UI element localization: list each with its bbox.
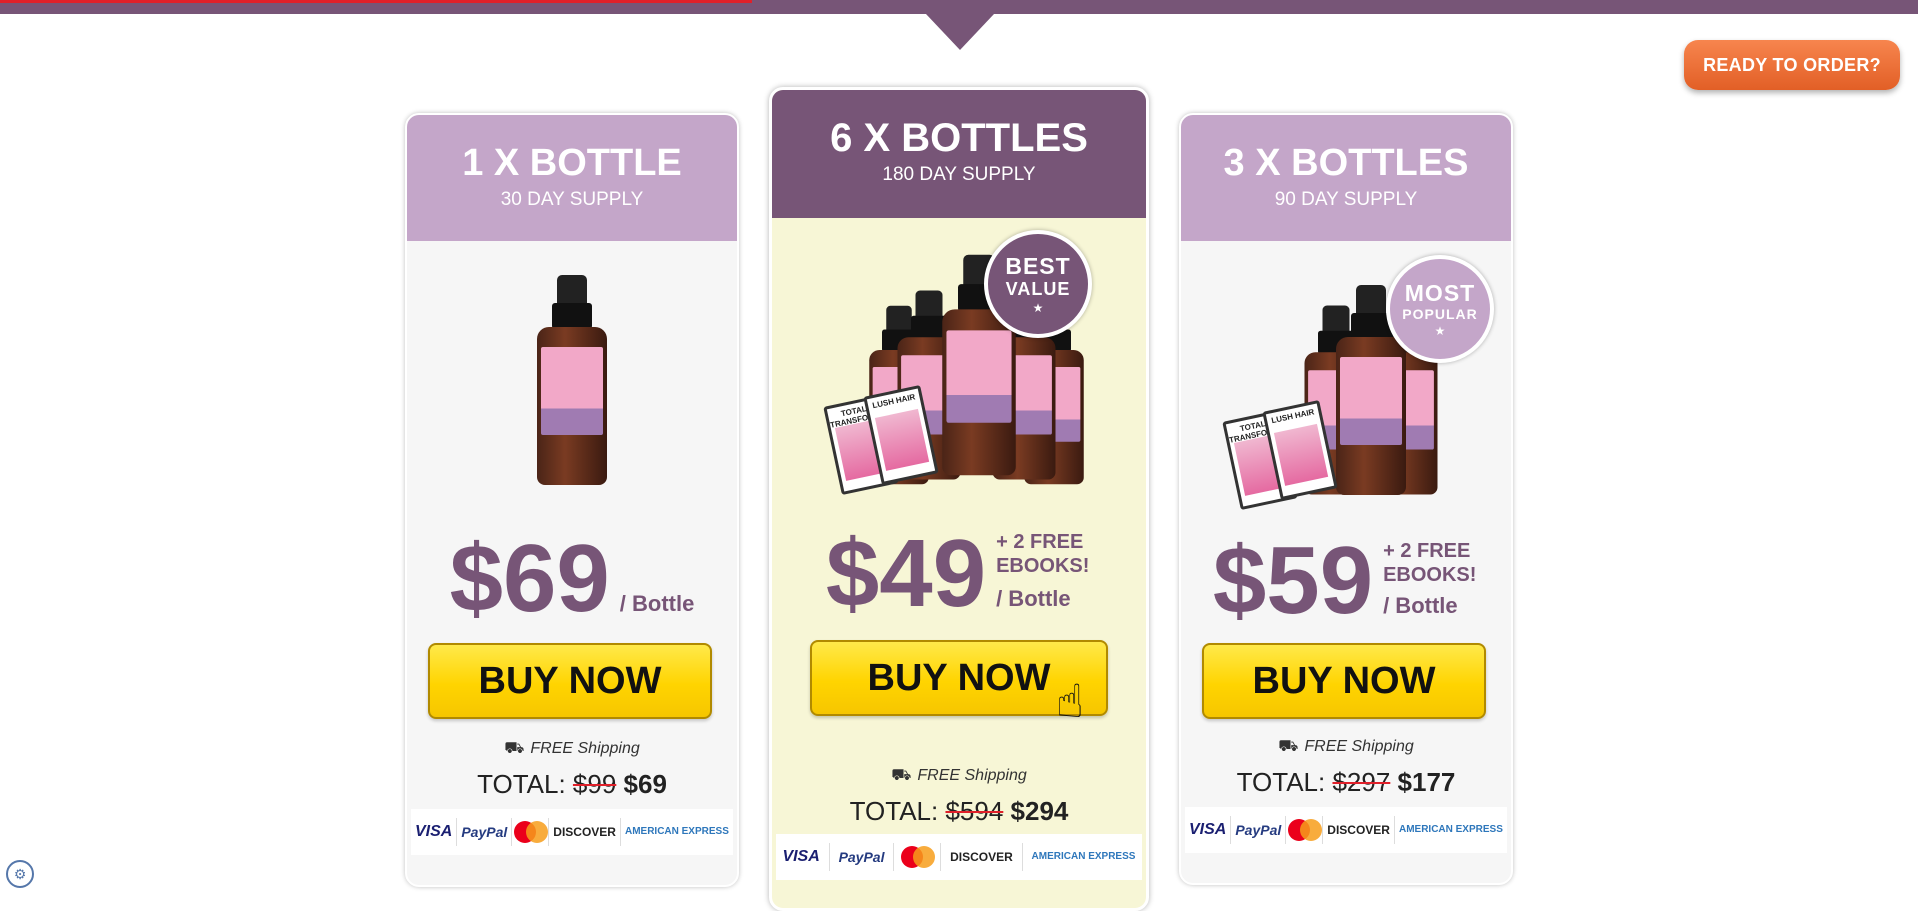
free-shipping: ⛟ FREE Shipping bbox=[891, 767, 1027, 784]
paypal-icon: PayPal bbox=[1235, 822, 1282, 838]
ready-to-order-button[interactable]: READY TO ORDER? bbox=[1684, 40, 1900, 90]
card-title: 6 X BOTTLES bbox=[830, 116, 1088, 160]
pricing-card-3-bottles: 3 X BOTTLES 90 DAY SUPPLY TOTAL TRANSFOR… bbox=[1179, 113, 1513, 885]
accessibility-widget-icon[interactable]: ⚙ bbox=[6, 860, 34, 888]
most-popular-badge: MOST POPULAR ★ bbox=[1386, 255, 1494, 363]
price-amount: $59 bbox=[1212, 527, 1374, 634]
card-header: 6 X BOTTLES 180 DAY SUPPLY bbox=[772, 90, 1146, 218]
price-amount: $49 bbox=[825, 520, 987, 627]
total-line: TOTAL: $297 $177 bbox=[1236, 767, 1456, 797]
mastercard-icon bbox=[1286, 818, 1323, 842]
buy-now-button[interactable]: BUY NOW bbox=[428, 643, 712, 719]
hand-cursor-icon: ☝ bbox=[1056, 675, 1085, 727]
amex-icon: AMERICAN EXPRESS bbox=[624, 826, 729, 837]
card-header: 1 X BOTTLE 30 DAY SUPPLY bbox=[407, 115, 737, 241]
discover-icon: DISCOVER bbox=[950, 850, 1013, 864]
card-title: 3 X BOTTLES bbox=[1223, 142, 1469, 184]
visa-icon: VISA bbox=[1189, 821, 1227, 838]
buy-now-button[interactable]: BUY NOW bbox=[1202, 643, 1486, 719]
old-total: $594 bbox=[945, 796, 1004, 826]
bottle-image bbox=[537, 275, 607, 485]
old-total: $297 bbox=[1332, 767, 1391, 797]
payment-methods: VISA PayPal DISCOVER AMERICAN EXPRESS bbox=[1185, 807, 1507, 853]
price-per-unit: / Bottle bbox=[996, 586, 1071, 611]
card-subtitle: 30 DAY SUPPLY bbox=[500, 189, 644, 210]
new-total: $294 bbox=[1010, 796, 1069, 826]
price-block: $49 + 2 FREE EBOOKS! / Bottle bbox=[772, 526, 1146, 622]
new-total: $177 bbox=[1397, 767, 1456, 797]
free-ebooks-note: + 2 FREE EBOOKS! bbox=[1383, 540, 1477, 586]
card-subtitle: 180 DAY SUPPLY bbox=[882, 164, 1036, 185]
best-value-badge: BEST VALUE ★ bbox=[984, 230, 1092, 338]
free-shipping: ⛟ FREE Shipping bbox=[1278, 738, 1414, 755]
visa-icon: VISA bbox=[782, 848, 820, 865]
card-subtitle: 90 DAY SUPPLY bbox=[1274, 189, 1418, 210]
free-shipping: ⛟ FREE Shipping bbox=[504, 740, 640, 757]
mastercard-icon bbox=[512, 820, 549, 844]
mastercard-icon bbox=[899, 845, 936, 869]
paypal-icon: PayPal bbox=[461, 824, 508, 840]
new-total: $69 bbox=[623, 769, 667, 799]
top-progress-bar bbox=[0, 0, 1918, 50]
product-image: TOTAL TRANSFORMATION LUSH HAIR BEST VALU… bbox=[772, 230, 1146, 500]
price-per-unit: / Bottle bbox=[1383, 593, 1458, 618]
paypal-icon: PayPal bbox=[838, 849, 885, 865]
truck-icon: ⛟ bbox=[504, 740, 525, 757]
pricing-card-6-bottles: 6 X BOTTLES 180 DAY SUPPLY TOTAL TRANSFO… bbox=[769, 87, 1149, 911]
amex-icon: AMERICAN EXPRESS bbox=[1031, 851, 1136, 862]
visa-icon: VISA bbox=[415, 823, 453, 840]
free-ebooks-note: + 2 FREE EBOOKS! bbox=[996, 531, 1090, 577]
total-line: TOTAL: $594 $294 bbox=[849, 796, 1069, 826]
product-image bbox=[407, 275, 737, 485]
price-block: $59 + 2 FREE EBOOKS! / Bottle bbox=[1181, 533, 1511, 629]
arrow-notch bbox=[926, 14, 994, 50]
pricing-card-1-bottle: 1 X BOTTLE 30 DAY SUPPLY $69 / Bottle BU… bbox=[405, 113, 739, 887]
discover-icon: DISCOVER bbox=[553, 825, 616, 839]
payment-methods: VISA PayPal DISCOVER AMERICAN EXPRESS bbox=[411, 809, 733, 855]
star-icon: ★ bbox=[1434, 323, 1446, 338]
star-icon: ★ bbox=[1032, 300, 1044, 315]
total-line: TOTAL: $99 $69 bbox=[477, 769, 667, 799]
amex-icon: AMERICAN EXPRESS bbox=[1398, 824, 1503, 835]
card-title: 1 X BOTTLE bbox=[462, 142, 682, 184]
truck-icon: ⛟ bbox=[1278, 738, 1299, 755]
price-per-unit: / Bottle bbox=[619, 591, 695, 616]
old-total: $99 bbox=[572, 769, 617, 799]
truck-icon: ⛟ bbox=[891, 767, 912, 784]
payment-methods: VISA PayPal DISCOVER AMERICAN EXPRESS bbox=[776, 834, 1142, 880]
discover-icon: DISCOVER bbox=[1327, 823, 1390, 837]
product-image: TOTAL TRANSFORMATION LUSH HAIR MOST POPU… bbox=[1181, 255, 1511, 515]
card-header: 3 X BOTTLES 90 DAY SUPPLY bbox=[1181, 115, 1511, 241]
progress-fill bbox=[0, 0, 752, 3]
price-block: $69 / Bottle bbox=[407, 531, 737, 627]
price-amount: $69 bbox=[449, 525, 610, 632]
